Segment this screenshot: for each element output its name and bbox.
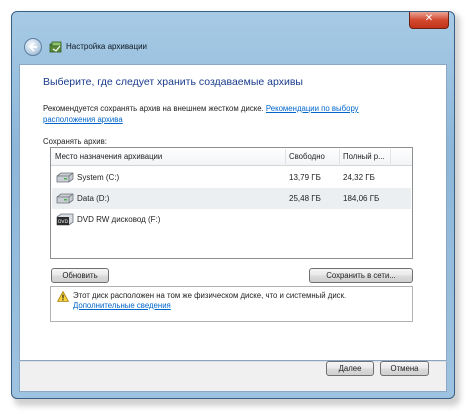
list-row-system-c[interactable]: System (C:) 13,79 ГБ 24,32 ГБ (52, 167, 411, 188)
column-free[interactable]: Свободно (289, 148, 325, 165)
column-destination[interactable]: Место назначения архивации (55, 148, 162, 165)
warning-box: Этот диск расположен на том же физическо… (50, 286, 413, 322)
column-divider (390, 149, 391, 164)
dvd-drive-icon: DVD (56, 213, 74, 226)
warning-text: Этот диск расположен на том же физическо… (73, 291, 347, 300)
drive-name: DVD RW дисковод (F:) (77, 215, 161, 224)
destination-list[interactable]: Место назначения архивации Свободно Полн… (50, 147, 413, 259)
save-on-network-button[interactable]: Сохранить в сети... (309, 268, 413, 283)
column-total[interactable]: Полный р... (343, 148, 385, 165)
warning-icon (57, 291, 69, 302)
recommendation-label: Рекомендуется сохранять архив на внешнем… (43, 104, 264, 113)
drive-total-size: 184,06 ГБ (343, 194, 380, 203)
refresh-button[interactable]: Обновить (51, 268, 109, 283)
next-button[interactable]: Далее (326, 361, 374, 376)
page-heading: Выберите, где следует хранить создаваемы… (43, 76, 303, 88)
column-divider (285, 149, 286, 164)
drive-free-space: 25,48 ГБ (289, 194, 321, 203)
drive-free-space: 13,79 ГБ (289, 173, 321, 182)
hard-drive-icon (56, 193, 74, 204)
close-icon: ✕ (424, 13, 434, 24)
save-backup-label: Сохранять архив: (43, 137, 107, 146)
title-bar: Настройка архивации (12, 12, 454, 64)
more-info-link[interactable]: Дополнительные сведения (73, 301, 171, 310)
window-title: Настройка архивации (66, 42, 148, 51)
recommendation-text: Рекомендуется сохранять архив на внешнем… (43, 103, 388, 125)
back-button[interactable] (24, 38, 42, 56)
list-header: Место назначения архивации Свободно Полн… (51, 148, 412, 166)
list-row-dvd-f[interactable]: DVD DVD RW дисковод (F:) (52, 209, 411, 230)
backup-app-icon (49, 41, 62, 53)
drive-name: Data (D:) (77, 194, 110, 203)
hard-drive-icon (56, 172, 74, 183)
drive-total-size: 24,32 ГБ (343, 173, 375, 182)
column-divider (339, 149, 340, 164)
drive-name: System (C:) (77, 173, 120, 182)
close-button[interactable]: ✕ (409, 12, 449, 29)
svg-text:DVD: DVD (58, 219, 68, 225)
back-arrow-icon (28, 42, 37, 52)
list-row-data-d[interactable]: Data (D:) 25,48 ГБ 184,06 ГБ (52, 188, 411, 209)
cancel-button[interactable]: Отмена (380, 361, 429, 376)
